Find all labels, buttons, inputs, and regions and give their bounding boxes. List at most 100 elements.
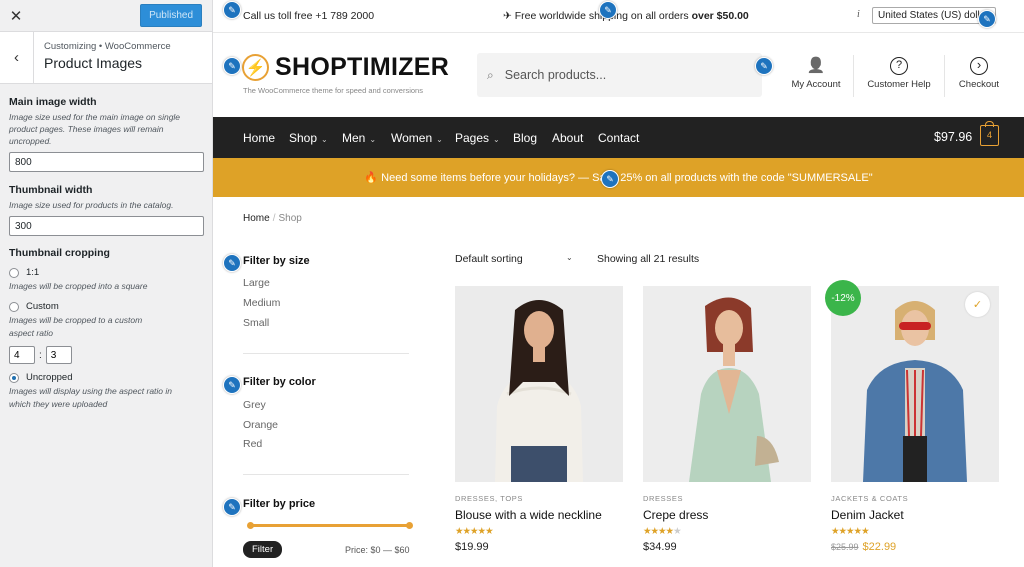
filter-color-title: Filter by color — [243, 376, 316, 388]
wishlist-check-icon[interactable]: ✓ — [965, 292, 990, 317]
my-account-link[interactable]: 👤 My Account — [783, 57, 849, 90]
filter-size-option[interactable]: Small — [243, 317, 269, 329]
chevron-down-icon: ⌄ — [369, 135, 377, 144]
star-rating: ★★★★★ — [831, 526, 870, 537]
nav-label: Pages — [455, 131, 490, 145]
chevron-down-icon: ⌄ — [321, 135, 328, 144]
chevron-down-icon: ⌄ — [493, 135, 500, 144]
filter-divider — [243, 353, 409, 354]
nav-men[interactable]: Men ⌄ — [342, 131, 376, 145]
nav-about[interactable]: About — [552, 131, 583, 145]
filter-color-option[interactable]: Grey — [243, 399, 266, 411]
crop-option-description: Images will be cropped into a square — [9, 281, 148, 291]
publish-button[interactable]: Published — [140, 4, 202, 27]
product-name[interactable]: Crepe dress — [643, 508, 811, 522]
breadcrumb: Home / Shop — [243, 213, 302, 224]
filter-size-option[interactable]: Medium — [243, 297, 280, 309]
close-icon[interactable]: ✕ — [8, 7, 24, 25]
product-image[interactable] — [455, 286, 623, 482]
product-category[interactable]: JACKETS & COATS — [831, 494, 999, 503]
cropping-label: Thumbnail cropping — [9, 247, 110, 259]
info-icon: i — [857, 9, 860, 20]
checkout-link[interactable]: › Checkout — [953, 57, 1005, 90]
cart-total[interactable]: $97.96 — [934, 130, 972, 144]
nav-blog[interactable]: Blog — [513, 131, 537, 145]
edit-shortcut-pencil-icon[interactable]: ✎ — [223, 498, 241, 516]
price-slider-min-handle[interactable] — [247, 522, 254, 529]
edit-shortcut-pencil-icon[interactable]: ✎ — [978, 10, 996, 28]
header-divider — [853, 55, 854, 97]
nav-contact[interactable]: Contact — [598, 131, 639, 145]
edit-shortcut-pencil-icon[interactable]: ✎ — [223, 254, 241, 272]
thumb-width-label: Thumbnail width — [9, 184, 93, 196]
radio-button[interactable] — [9, 301, 19, 312]
cart-icon[interactable]: 4 — [980, 121, 999, 146]
filter-price-title: Filter by price — [243, 498, 316, 510]
lightning-logo-icon: ⚡ — [242, 54, 269, 81]
customer-help-label: Customer Help — [867, 79, 931, 90]
site-logo[interactable]: ⚡ SHOPTIMIZER — [242, 53, 449, 82]
ratio-width-input[interactable] — [9, 346, 35, 364]
customizer-controls: Main image width Image size used for the… — [0, 84, 212, 411]
shipping-threshold: over $50.00 — [691, 10, 749, 22]
price-slider[interactable] — [247, 522, 413, 529]
product-category[interactable]: DRESSES — [643, 494, 811, 503]
product-photo — [689, 297, 779, 482]
product-card[interactable]: DRESSES, TOPS Blouse with a wide necklin… — [455, 286, 623, 553]
filter-color-option[interactable]: Orange — [243, 419, 278, 431]
product-photo — [495, 300, 583, 482]
crop-option-label: Uncropped — [26, 372, 73, 383]
product-category[interactable]: DRESSES, TOPS — [455, 494, 623, 503]
edit-shortcut-pencil-icon[interactable]: ✎ — [755, 57, 773, 75]
main-width-input[interactable] — [9, 152, 204, 172]
product-name[interactable]: Denim Jacket — [831, 508, 999, 522]
user-icon: 👤 — [806, 57, 826, 74]
edit-shortcut-pencil-icon[interactable]: ✎ — [223, 1, 241, 19]
main-width-label: Main image width — [9, 96, 97, 108]
filter-button[interactable]: Filter — [243, 541, 283, 558]
cart-count: 4 — [986, 130, 993, 141]
site-tagline: The WooCommerce theme for speed and conv… — [243, 86, 423, 95]
sorting-select[interactable]: Default sorting ⌄ — [455, 253, 575, 265]
nav-home[interactable]: Home — [243, 131, 275, 145]
arrow-glyph: › — [976, 57, 982, 72]
price-slider-max-handle[interactable] — [406, 522, 413, 529]
star-rating: ★★★★★ — [455, 526, 494, 537]
nav-pages[interactable]: Pages ⌄ — [455, 131, 500, 145]
customizer-title: Product Images — [44, 55, 143, 71]
crop-option-uncropped[interactable]: Uncropped — [9, 372, 203, 383]
product-image[interactable] — [643, 286, 811, 482]
search-icon: ⌕ — [487, 67, 494, 82]
thumb-width-input[interactable] — [9, 216, 204, 236]
nav-label: About — [552, 131, 584, 145]
edit-shortcut-pencil-icon[interactable]: ✎ — [223, 376, 241, 394]
back-arrow-icon[interactable]: ‹ — [0, 32, 34, 83]
thumb-width-description: Image size used for products in the cata… — [9, 200, 174, 210]
radio-button[interactable] — [9, 267, 19, 278]
site-header: ⚡ SHOPTIMIZER The WooCommerce theme for … — [213, 33, 1024, 117]
breadcrumb-home[interactable]: Home — [243, 213, 270, 224]
radio-button-selected[interactable] — [9, 372, 19, 383]
product-card[interactable]: DRESSES Crepe dress ★★★★★ $34.99 — [643, 286, 811, 553]
edit-shortcut-pencil-icon[interactable]: ✎ — [223, 57, 241, 75]
customizer-titles: Customizing • WooCommerce Product Images — [34, 32, 171, 83]
nav-women[interactable]: Women ⌄ — [391, 131, 443, 145]
main-width-description: Image size used for the main image on si… — [9, 112, 181, 146]
product-card[interactable]: JACKETS & COATS Denim Jacket ★★★★★ $25.9… — [831, 286, 999, 553]
nav-shop[interactable]: Shop ⌄ — [289, 131, 328, 145]
filter-size-option[interactable]: Large — [243, 277, 270, 289]
ratio-height-input[interactable] — [45, 346, 72, 364]
edit-shortcut-pencil-icon[interactable]: ✎ — [599, 1, 617, 19]
crop-option-custom[interactable]: Custom — [9, 301, 203, 312]
result-count: Showing all 21 results — [597, 253, 700, 265]
crop-option-square[interactable]: 1:1 — [9, 267, 203, 278]
search-placeholder: Search products... — [504, 68, 607, 82]
price-range-text: Price: $0 — $60 — [345, 545, 410, 555]
edit-shortcut-pencil-icon[interactable]: ✎ — [601, 170, 619, 188]
product-name[interactable]: Blouse with a wide neckline — [455, 508, 623, 522]
filter-color-option[interactable]: Red — [243, 438, 262, 450]
help-icon: ? — [890, 57, 908, 75]
customer-help-link[interactable]: ? Customer Help — [861, 57, 937, 90]
search-input[interactable]: ⌕ Search products... — [477, 53, 762, 97]
product-price: $25.99 $22.99 — [831, 541, 999, 553]
